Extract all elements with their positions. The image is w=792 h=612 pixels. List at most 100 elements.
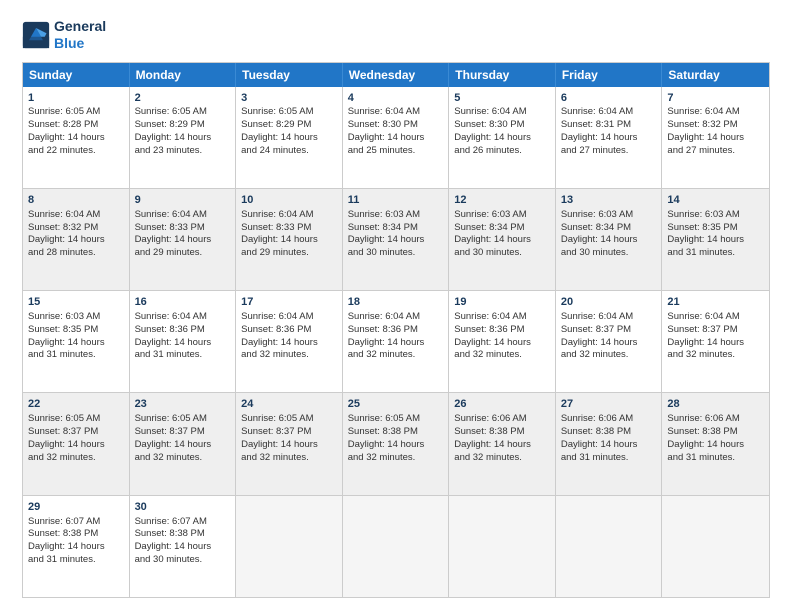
- day-cell-15: 15Sunrise: 6:03 AMSunset: 8:35 PMDayligh…: [23, 291, 130, 392]
- day-info-line: and 31 minutes.: [28, 554, 124, 567]
- day-info-line: Sunrise: 6:04 AM: [561, 106, 657, 119]
- day-info-line: Sunset: 8:37 PM: [667, 324, 764, 337]
- day-cell-6: 6Sunrise: 6:04 AMSunset: 8:31 PMDaylight…: [556, 87, 663, 188]
- day-info-line: Sunrise: 6:05 AM: [241, 413, 337, 426]
- day-info-line: Daylight: 14 hours: [454, 132, 550, 145]
- day-info-line: Sunrise: 6:05 AM: [135, 413, 231, 426]
- day-info-line: Sunset: 8:36 PM: [241, 324, 337, 337]
- day-info-line: Sunset: 8:38 PM: [28, 528, 124, 541]
- day-info-line: and 32 minutes.: [561, 349, 657, 362]
- day-info-line: Daylight: 14 hours: [135, 132, 231, 145]
- day-info-line: Sunset: 8:38 PM: [348, 426, 444, 439]
- day-info-line: Daylight: 14 hours: [667, 132, 764, 145]
- day-number: 8: [28, 193, 124, 208]
- day-info-line: Sunset: 8:32 PM: [667, 119, 764, 132]
- day-number: 15: [28, 295, 124, 310]
- day-cell-12: 12Sunrise: 6:03 AMSunset: 8:34 PMDayligh…: [449, 189, 556, 290]
- day-info-line: and 27 minutes.: [667, 145, 764, 158]
- weekday-header-monday: Monday: [130, 63, 237, 87]
- day-info-line: and 25 minutes.: [348, 145, 444, 158]
- day-info-line: Sunrise: 6:04 AM: [348, 106, 444, 119]
- day-number: 18: [348, 295, 444, 310]
- day-info-line: Sunrise: 6:03 AM: [348, 209, 444, 222]
- day-info-line: Daylight: 14 hours: [561, 337, 657, 350]
- day-info-line: and 26 minutes.: [454, 145, 550, 158]
- logo-text-block: General Blue: [54, 18, 106, 52]
- day-cell-14: 14Sunrise: 6:03 AMSunset: 8:35 PMDayligh…: [662, 189, 769, 290]
- day-number: 3: [241, 91, 337, 106]
- day-number: 22: [28, 397, 124, 412]
- day-info-line: and 32 minutes.: [28, 452, 124, 465]
- day-cell-21: 21Sunrise: 6:04 AMSunset: 8:37 PMDayligh…: [662, 291, 769, 392]
- day-info-line: Sunset: 8:35 PM: [667, 222, 764, 235]
- weekday-header-wednesday: Wednesday: [343, 63, 450, 87]
- day-info-line: Daylight: 14 hours: [135, 234, 231, 247]
- day-info-line: and 23 minutes.: [135, 145, 231, 158]
- day-number: 10: [241, 193, 337, 208]
- calendar-header: SundayMondayTuesdayWednesdayThursdayFrid…: [23, 63, 769, 87]
- day-info-line: Sunrise: 6:04 AM: [241, 209, 337, 222]
- day-number: 4: [348, 91, 444, 106]
- day-info-line: and 30 minutes.: [561, 247, 657, 260]
- day-info-line: Daylight: 14 hours: [561, 234, 657, 247]
- day-info-line: Sunset: 8:33 PM: [241, 222, 337, 235]
- day-number: 30: [135, 500, 231, 515]
- day-info-line: Daylight: 14 hours: [241, 337, 337, 350]
- day-info-line: Sunset: 8:38 PM: [135, 528, 231, 541]
- day-info-line: Daylight: 14 hours: [28, 337, 124, 350]
- day-info-line: and 32 minutes.: [135, 452, 231, 465]
- day-info-line: and 32 minutes.: [454, 349, 550, 362]
- day-cell-11: 11Sunrise: 6:03 AMSunset: 8:34 PMDayligh…: [343, 189, 450, 290]
- day-cell-18: 18Sunrise: 6:04 AMSunset: 8:36 PMDayligh…: [343, 291, 450, 392]
- day-info-line: Sunrise: 6:04 AM: [561, 311, 657, 324]
- day-info-line: Daylight: 14 hours: [561, 132, 657, 145]
- day-info-line: Sunrise: 6:03 AM: [667, 209, 764, 222]
- day-info-line: Sunset: 8:37 PM: [241, 426, 337, 439]
- day-cell-10: 10Sunrise: 6:04 AMSunset: 8:33 PMDayligh…: [236, 189, 343, 290]
- day-info-line: Daylight: 14 hours: [28, 541, 124, 554]
- day-number: 1: [28, 91, 124, 106]
- day-info-line: Sunrise: 6:04 AM: [28, 209, 124, 222]
- day-info-line: and 30 minutes.: [454, 247, 550, 260]
- day-info-line: Sunset: 8:36 PM: [348, 324, 444, 337]
- day-info-line: and 24 minutes.: [241, 145, 337, 158]
- weekday-header-sunday: Sunday: [23, 63, 130, 87]
- day-number: 16: [135, 295, 231, 310]
- day-info-line: Sunrise: 6:05 AM: [348, 413, 444, 426]
- day-info-line: Sunrise: 6:04 AM: [667, 106, 764, 119]
- page: General Blue SundayMondayTuesdayWednesda…: [0, 0, 792, 612]
- day-info-line: Daylight: 14 hours: [561, 439, 657, 452]
- empty-cell: [556, 496, 663, 597]
- day-info-line: Daylight: 14 hours: [348, 234, 444, 247]
- day-info-line: Daylight: 14 hours: [667, 337, 764, 350]
- day-number: 29: [28, 500, 124, 515]
- day-cell-1: 1Sunrise: 6:05 AMSunset: 8:28 PMDaylight…: [23, 87, 130, 188]
- day-info-line: and 22 minutes.: [28, 145, 124, 158]
- day-info-line: Sunset: 8:38 PM: [667, 426, 764, 439]
- day-cell-5: 5Sunrise: 6:04 AMSunset: 8:30 PMDaylight…: [449, 87, 556, 188]
- day-info-line: Sunrise: 6:03 AM: [561, 209, 657, 222]
- day-cell-30: 30Sunrise: 6:07 AMSunset: 8:38 PMDayligh…: [130, 496, 237, 597]
- day-info-line: Sunrise: 6:04 AM: [241, 311, 337, 324]
- day-info-line: Sunset: 8:36 PM: [135, 324, 231, 337]
- day-cell-23: 23Sunrise: 6:05 AMSunset: 8:37 PMDayligh…: [130, 393, 237, 494]
- day-cell-29: 29Sunrise: 6:07 AMSunset: 8:38 PMDayligh…: [23, 496, 130, 597]
- day-cell-7: 7Sunrise: 6:04 AMSunset: 8:32 PMDaylight…: [662, 87, 769, 188]
- day-info-line: and 31 minutes.: [135, 349, 231, 362]
- day-info-line: Sunset: 8:32 PM: [28, 222, 124, 235]
- day-number: 27: [561, 397, 657, 412]
- day-info-line: and 30 minutes.: [135, 554, 231, 567]
- day-info-line: Daylight: 14 hours: [135, 439, 231, 452]
- day-info-line: Sunrise: 6:05 AM: [241, 106, 337, 119]
- day-info-line: Sunrise: 6:04 AM: [135, 209, 231, 222]
- day-info-line: and 31 minutes.: [667, 452, 764, 465]
- empty-cell: [343, 496, 450, 597]
- day-number: 26: [454, 397, 550, 412]
- day-cell-22: 22Sunrise: 6:05 AMSunset: 8:37 PMDayligh…: [23, 393, 130, 494]
- day-info-line: Sunrise: 6:06 AM: [667, 413, 764, 426]
- day-info-line: Sunset: 8:38 PM: [454, 426, 550, 439]
- header: General Blue: [22, 18, 770, 52]
- day-info-line: Sunset: 8:29 PM: [135, 119, 231, 132]
- calendar-row-4: 22Sunrise: 6:05 AMSunset: 8:37 PMDayligh…: [23, 392, 769, 494]
- day-info-line: and 32 minutes.: [454, 452, 550, 465]
